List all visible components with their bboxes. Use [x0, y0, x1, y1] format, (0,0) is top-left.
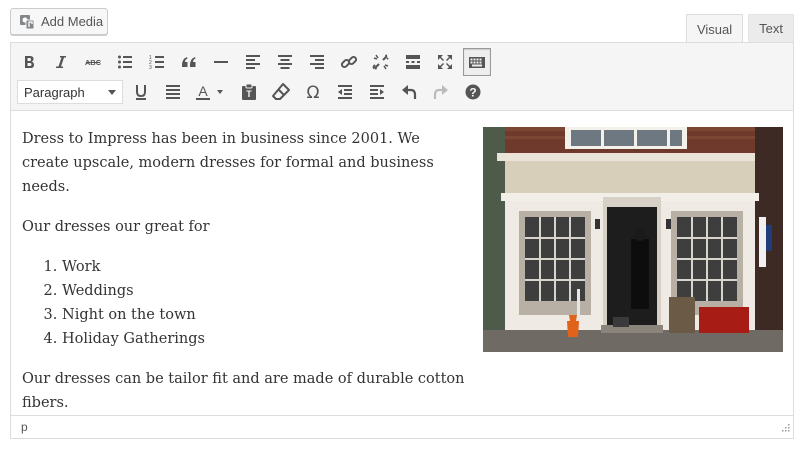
svg-text:Ω: Ω [307, 83, 320, 102]
insert-link-button[interactable] [335, 48, 363, 76]
intro-paragraph: Dress to Impress has been in business si… [22, 127, 472, 199]
undo-button[interactable] [395, 78, 423, 106]
text-color-button[interactable]: A [191, 78, 231, 106]
dropdown-arrow-icon [108, 90, 116, 95]
help-icon: ? [465, 84, 481, 100]
underline-button[interactable] [127, 78, 155, 106]
blockquote-button[interactable] [175, 48, 203, 76]
intro-line-1: Dress to Impress has been in business si… [22, 131, 420, 147]
increase-indent-button[interactable] [363, 78, 391, 106]
horizontal-line-button[interactable] [207, 48, 235, 76]
outdent-icon [338, 85, 352, 99]
underline-icon [136, 85, 146, 100]
align-center-icon [278, 55, 292, 69]
editor-content[interactable]: Dress to Impress has been in business si… [11, 111, 793, 414]
paragraph-format-select[interactable]: Paragraph [17, 80, 123, 104]
editor: ABC 123 Paragraph A T Ω ? Dress to Impre… [10, 42, 794, 439]
add-media-button[interactable]: Add Media [10, 8, 108, 35]
blockquote-icon [182, 57, 196, 67]
keyboard-icon [469, 57, 485, 68]
special-character-button[interactable]: Ω [299, 78, 327, 106]
align-right-button[interactable] [303, 48, 331, 76]
omega-icon: Ω [307, 83, 320, 102]
bold-icon [25, 56, 34, 68]
element-path[interactable]: p [21, 420, 28, 434]
link-icon [340, 55, 358, 69]
svg-text:T: T [246, 89, 252, 99]
intro-line-2: create upscale, modern dresses for forma… [22, 155, 434, 195]
toolbar-row-1: ABC 123 [15, 48, 495, 76]
paste-as-text-button[interactable]: T [235, 78, 263, 106]
editor-tabs: Visual Text [681, 14, 794, 43]
align-left-button[interactable] [239, 48, 267, 76]
bold-button[interactable] [15, 48, 43, 76]
strikethrough-button[interactable]: ABC [79, 48, 107, 76]
resize-handle-icon[interactable] [780, 421, 790, 435]
numbered-list-icon: 123 [149, 55, 164, 71]
redo-icon [433, 85, 448, 99]
align-right-icon [310, 55, 324, 69]
italic-button[interactable] [47, 48, 75, 76]
align-center-button[interactable] [271, 48, 299, 76]
decrease-indent-button[interactable] [331, 78, 359, 106]
horizontal-line-icon [214, 61, 228, 63]
editor-toolbar: ABC 123 Paragraph A T Ω ? [11, 43, 793, 111]
toolbar-row-2: Paragraph A T Ω ? [15, 78, 491, 106]
keyboard-shortcuts-button[interactable]: ? [459, 78, 487, 106]
list-intro-paragraph: Our dresses our great for [22, 219, 210, 235]
read-more-icon [406, 55, 420, 69]
clear-formatting-button[interactable] [267, 78, 295, 106]
fullscreen-icon [438, 55, 452, 69]
align-left-icon [246, 55, 260, 69]
text-color-icon: A [196, 83, 223, 100]
svg-text:A: A [198, 83, 208, 99]
justify-button[interactable] [159, 78, 187, 106]
add-media-label: Add Media [41, 14, 104, 29]
justify-icon [166, 85, 180, 99]
toolbar-toggle-button[interactable] [463, 48, 491, 76]
tab-visual[interactable]: Visual [685, 14, 744, 43]
numbered-list-button[interactable]: 123 [143, 48, 171, 76]
unlink-icon [372, 54, 389, 70]
add-media-icon [19, 14, 36, 30]
eraser-icon [272, 83, 290, 100]
tab-text[interactable]: Text [748, 14, 794, 42]
fullscreen-button[interactable] [431, 48, 459, 76]
remove-link-button[interactable] [367, 48, 395, 76]
italic-icon [56, 56, 66, 68]
svg-text:?: ? [469, 86, 476, 100]
redo-button[interactable] [427, 78, 455, 106]
undo-icon [402, 85, 417, 99]
closing-paragraph: Our dresses can be tailor fit and are ma… [22, 371, 465, 411]
storefront-photo[interactable] [483, 127, 783, 352]
paragraph-format-value: Paragraph [24, 84, 85, 100]
svg-text:3: 3 [149, 65, 152, 71]
indent-icon [370, 85, 384, 99]
bulleted-list-button[interactable] [111, 48, 139, 76]
read-more-button[interactable] [399, 48, 427, 76]
strikethrough-icon: ABC [85, 58, 102, 67]
editor-statusbar: p [11, 415, 793, 438]
clipboard-icon: T [242, 83, 256, 100]
bulleted-list-icon [118, 55, 132, 69]
